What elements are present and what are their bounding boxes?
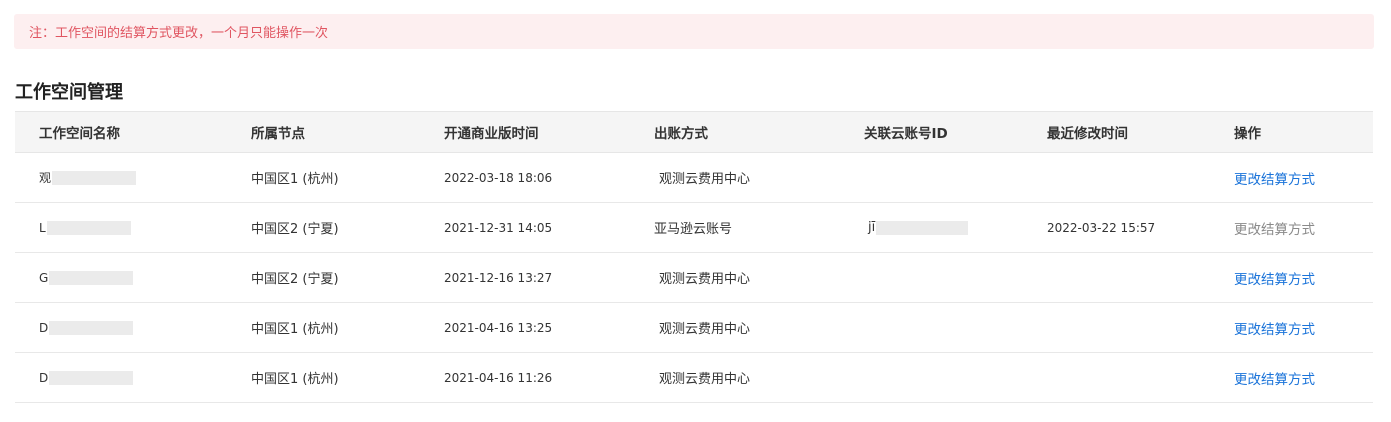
change-billing-link[interactable]: 更改结算方式: [1234, 322, 1315, 338]
workspace-name: D: [39, 320, 49, 335]
billing-cell: 亚马逊云账号: [654, 202, 864, 253]
modified-time-cell: [1047, 302, 1234, 353]
account-id-cell: [864, 352, 1047, 403]
modified-time-cell: [1047, 352, 1234, 403]
workspace-name: L: [39, 220, 46, 235]
opened-time-cell: 2021-12-16 13:27: [444, 252, 654, 303]
redaction-mask: [46, 220, 131, 235]
workspace-name-cell: 观: [15, 152, 251, 203]
column-header-node: 所属节点: [251, 111, 444, 153]
workspace-name: 观: [39, 171, 52, 185]
redaction-mask: [49, 370, 134, 385]
table-row: L 中国区2 (宁夏) 2021-12-31 14:05 亚马逊云账号 jī 2…: [15, 202, 1373, 253]
node-cell: 中国区1 (杭州): [251, 152, 444, 203]
billing-cell: 观测云费用中心: [654, 252, 864, 303]
workspace-name-cell: L: [15, 202, 251, 253]
modified-time-cell: [1047, 252, 1234, 303]
node-cell: 中国区2 (宁夏): [251, 202, 444, 253]
table-row: D 中国区1 (杭州) 2021-04-16 11:26 观测云费用中心 更改结…: [15, 352, 1373, 403]
opened-time-cell: 2022-03-18 18:06: [444, 152, 654, 203]
billing-cell: 观测云费用中心: [654, 152, 864, 203]
node-cell: 中国区2 (宁夏): [251, 252, 444, 303]
workspace-name: D: [39, 370, 49, 385]
action-cell: 更改结算方式: [1234, 202, 1373, 253]
table-row: G 中国区2 (宁夏) 2021-12-16 13:27 观测云费用中心 更改结…: [15, 252, 1373, 303]
page-title: 工作空间管理: [15, 82, 123, 103]
opened-time-cell: 2021-04-16 11:26: [444, 352, 654, 403]
opened-time-cell: 2021-04-16 13:25: [444, 302, 654, 353]
workspace-name: G: [39, 270, 49, 285]
table-row: 观 中国区1 (杭州) 2022-03-18 18:06 观测云费用中心 更改结…: [15, 152, 1373, 203]
account-id-cell: [864, 302, 1047, 353]
change-billing-link-disabled: 更改结算方式: [1234, 221, 1315, 238]
modified-time-cell: [1047, 152, 1234, 203]
change-billing-link[interactable]: 更改结算方式: [1234, 272, 1315, 288]
column-header-billing: 出账方式: [654, 111, 864, 153]
table-header-row: 工作空间名称 所属节点 开通商业版时间 出账方式 关联云账号ID 最近修改时间 …: [15, 111, 1373, 153]
column-header-name: 工作空间名称: [15, 111, 251, 153]
account-id-cell: jī: [864, 202, 1047, 253]
billing-cell: 观测云费用中心: [654, 352, 864, 403]
account-id: jī: [868, 220, 876, 235]
opened-time-cell: 2021-12-31 14:05: [444, 202, 654, 253]
workspace-name-cell: D: [15, 302, 251, 353]
billing-cell: 观测云费用中心: [654, 302, 864, 353]
column-header-opened-time: 开通商业版时间: [444, 111, 654, 153]
notice-banner: 注：工作空间的结算方式更改，一个月只能操作一次: [14, 14, 1374, 49]
notice-text: 注：工作空间的结算方式更改，一个月只能操作一次: [29, 26, 329, 41]
action-cell: 更改结算方式: [1234, 302, 1373, 353]
change-billing-link[interactable]: 更改结算方式: [1234, 172, 1315, 188]
column-header-actions: 操作: [1234, 111, 1373, 153]
action-cell: 更改结算方式: [1234, 152, 1373, 203]
column-header-account-id: 关联云账号ID: [864, 111, 1047, 153]
modified-time-cell: 2022-03-22 15:57: [1047, 202, 1234, 253]
redaction-mask: [876, 220, 969, 235]
node-cell: 中国区1 (杭州): [251, 352, 444, 403]
redaction-mask: [49, 320, 134, 335]
workspace-name-cell: G: [15, 252, 251, 303]
column-header-modified-time: 最近修改时间: [1047, 111, 1234, 153]
redaction-mask: [49, 270, 134, 285]
table-row: D 中国区1 (杭州) 2021-04-16 13:25 观测云费用中心 更改结…: [15, 302, 1373, 353]
change-billing-link[interactable]: 更改结算方式: [1234, 372, 1315, 388]
account-id-cell: [864, 252, 1047, 303]
node-cell: 中国区1 (杭州): [251, 302, 444, 353]
account-id-cell: [864, 152, 1047, 203]
redaction-mask: [52, 170, 137, 185]
workspace-name-cell: D: [15, 352, 251, 403]
action-cell: 更改结算方式: [1234, 352, 1373, 403]
workspace-table: 工作空间名称 所属节点 开通商业版时间 出账方式 关联云账号ID 最近修改时间 …: [15, 111, 1373, 403]
action-cell: 更改结算方式: [1234, 252, 1373, 303]
